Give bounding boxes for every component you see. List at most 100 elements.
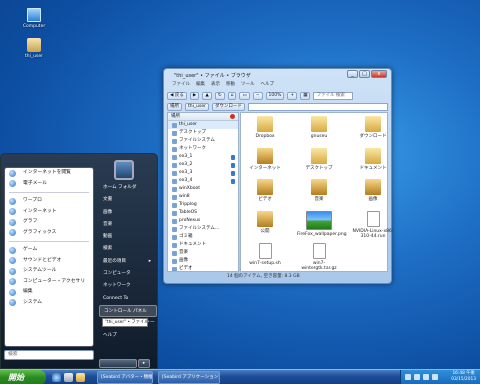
sidebar-item[interactable]: thi_user bbox=[168, 121, 238, 129]
sidebar-item[interactable]: ex3_4 bbox=[168, 177, 238, 185]
sidebar-item[interactable]: win8 bbox=[168, 193, 238, 201]
start-menu-place[interactable]: ヘルプ bbox=[99, 330, 157, 342]
start-menu-item[interactable]: インターネット bbox=[5, 207, 93, 218]
start-menu-place[interactable]: Connect To bbox=[99, 293, 157, 305]
start-menu-place[interactable]: コンピュータ bbox=[99, 268, 157, 280]
file-item[interactable]: win7-setup.sh bbox=[243, 243, 287, 266]
sidebar-item[interactable]: 画像 bbox=[168, 257, 238, 265]
mail-quicklaunch-icon[interactable] bbox=[64, 373, 73, 382]
sidebar-item[interactable]: ex3_2 bbox=[168, 161, 238, 169]
update-icon[interactable] bbox=[423, 374, 429, 380]
file-item[interactable]: 公開 bbox=[243, 211, 287, 234]
start-menu-place[interactable]: 検索 bbox=[99, 243, 157, 255]
file-item[interactable]: インターネット bbox=[243, 148, 287, 171]
close-sidebar-icon[interactable] bbox=[230, 114, 235, 119]
taskbar-task-avatar[interactable]: [Seabird アバター・類推] bbox=[97, 371, 153, 384]
home-button[interactable]: ⌂ bbox=[227, 91, 237, 100]
file-item[interactable]: ダウンロード bbox=[351, 116, 395, 139]
browser-quicklaunch-icon[interactable] bbox=[52, 373, 61, 382]
icon-view-button[interactable]: ▦ bbox=[300, 91, 311, 100]
minimize-button[interactable]: _ bbox=[347, 70, 358, 78]
file-item[interactable]: ビデオ bbox=[243, 179, 287, 202]
shutdown-button[interactable] bbox=[99, 359, 137, 368]
sidebar-item[interactable]: 音楽 bbox=[168, 249, 238, 257]
start-menu-item[interactable]: グラフィックス bbox=[5, 228, 93, 239]
desktop-icon-computer[interactable]: Computer bbox=[19, 8, 49, 29]
sidebar-item[interactable]: TableOS bbox=[168, 209, 238, 217]
mount-icon[interactable] bbox=[231, 162, 235, 168]
menu-file[interactable]: ファイル bbox=[172, 81, 190, 88]
shutdown-options-button[interactable]: ▸ bbox=[138, 359, 150, 368]
desktop-icon-user[interactable]: thi_user bbox=[19, 38, 49, 59]
sidebar-item[interactable]: ファイルシステム bbox=[168, 137, 238, 145]
menu-go[interactable]: 移動 bbox=[226, 81, 235, 88]
sidebar-item[interactable]: ネットワーク bbox=[168, 145, 238, 153]
file-item[interactable]: デスクトップ bbox=[297, 148, 341, 171]
start-menu-item[interactable]: ワープロ bbox=[5, 196, 93, 207]
start-menu-place[interactable]: ホーム フォルダ bbox=[99, 182, 157, 194]
window-titlebar[interactable]: "thi_user" • ファイル • ブラウザ _ □ x bbox=[164, 69, 391, 81]
location-label[interactable]: 場所 bbox=[167, 102, 182, 111]
start-menu-item[interactable]: サウンドとビデオ bbox=[5, 256, 93, 267]
file-item[interactable]: ドキュメント bbox=[351, 148, 395, 171]
up-button[interactable]: ▲ bbox=[202, 91, 212, 100]
start-menu-place[interactable]: 画像 bbox=[99, 207, 157, 219]
menu-help[interactable]: ヘルプ bbox=[261, 81, 275, 88]
file-item[interactable]: 音楽 bbox=[297, 179, 341, 202]
start-menu-place[interactable]: 文書 bbox=[99, 194, 157, 206]
clock[interactable]: 16:48 午後 03/15/2013 bbox=[451, 371, 476, 383]
sidebar-item[interactable]: ex3_3 bbox=[168, 169, 238, 177]
sidebar-item[interactable]: ゴミ箱 bbox=[168, 233, 238, 241]
sidebar-item[interactable]: ファイルシステム… bbox=[168, 225, 238, 233]
start-button[interactable]: 開始 bbox=[0, 370, 46, 384]
menu-tools[interactable]: ツール bbox=[241, 81, 255, 88]
path-button-thi-user[interactable]: thi_user bbox=[185, 102, 209, 111]
sidebar-item[interactable]: proNexus bbox=[168, 217, 238, 225]
path-button-download[interactable]: ダウンロード bbox=[211, 102, 245, 111]
start-menu-item[interactable]: 電子メール bbox=[5, 179, 93, 190]
battery-icon[interactable] bbox=[432, 374, 438, 380]
sidebar-item[interactable]: デスクトップ bbox=[168, 129, 238, 137]
mount-icon[interactable] bbox=[231, 154, 235, 160]
file-item[interactable]: FireFox_wallpaper.png bbox=[297, 211, 347, 237]
file-item[interactable]: Dropbox bbox=[243, 116, 287, 139]
file-item[interactable]: win7-wintergtk.tar.gz bbox=[297, 243, 341, 271]
zoom-in-button[interactable]: + bbox=[287, 91, 298, 100]
forward-button[interactable]: ▶ bbox=[189, 91, 200, 100]
start-menu-place[interactable]: 最近の項目 ▸ bbox=[99, 256, 157, 268]
zoom-out-button[interactable]: − bbox=[252, 91, 263, 100]
sidebar-item[interactable]: winXboot bbox=[168, 185, 238, 193]
start-menu-item[interactable]: システムツール bbox=[5, 266, 93, 277]
file-item[interactable]: NVIDIA-Linux-x86-310-44.run bbox=[351, 211, 395, 239]
folder-quicklaunch-icon[interactable] bbox=[76, 373, 85, 382]
network-icon[interactable] bbox=[405, 374, 411, 380]
menu-edit[interactable]: 編集 bbox=[196, 81, 205, 88]
start-menu-place[interactable]: 動画 bbox=[99, 231, 157, 243]
reload-button[interactable]: ↻ bbox=[214, 91, 225, 100]
file-item[interactable]: gnuseu bbox=[297, 116, 341, 139]
start-menu-item[interactable]: コンピューター・アクセサリ bbox=[5, 277, 93, 288]
file-item[interactable]: 画像 bbox=[351, 179, 395, 202]
start-menu-item[interactable]: ゲーム bbox=[5, 245, 93, 256]
maximize-button[interactable]: □ bbox=[359, 70, 370, 78]
sidebar-item[interactable]: ドキュメント bbox=[168, 241, 238, 249]
start-menu-place[interactable]: 音楽 bbox=[99, 219, 157, 231]
computer-button[interactable]: ▭ bbox=[239, 91, 250, 100]
mount-icon[interactable] bbox=[231, 178, 235, 184]
start-menu-item[interactable]: システム bbox=[5, 298, 93, 309]
sidebar-item[interactable]: Tripplog bbox=[168, 201, 238, 209]
mount-icon[interactable] bbox=[231, 170, 235, 176]
start-menu-place[interactable]: コントロール パネル bbox=[99, 304, 157, 318]
taskbar-task-apps[interactable]: [Seabird アプリケーション] bbox=[158, 371, 220, 384]
sidebar-header[interactable]: 場所 bbox=[168, 113, 238, 121]
start-menu-item[interactable]: グラフ bbox=[5, 217, 93, 228]
back-button[interactable]: ◀ 戻る bbox=[167, 91, 187, 100]
start-menu-item[interactable]: 編集 bbox=[5, 287, 93, 298]
close-button[interactable]: x bbox=[371, 70, 387, 78]
menu-view[interactable]: 表示 bbox=[211, 81, 220, 88]
start-menu-item[interactable]: インターネットを閲覧 bbox=[5, 168, 93, 179]
search-input[interactable]: ファイル 検索 bbox=[313, 91, 354, 100]
start-menu-search-input[interactable]: 検索 bbox=[4, 350, 94, 360]
sidebar-item[interactable]: ex3_1 bbox=[168, 153, 238, 161]
sidebar-item[interactable]: ビデオ bbox=[168, 265, 238, 271]
